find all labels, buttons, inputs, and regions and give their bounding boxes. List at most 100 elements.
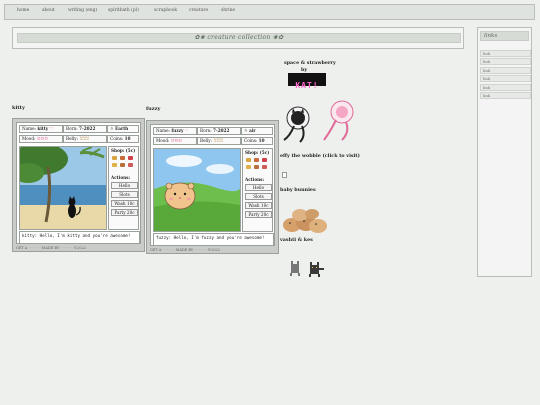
pet-coins-field: Coins: 10 bbox=[241, 137, 273, 145]
vashti-kes-label: vashti & kes bbox=[280, 237, 313, 243]
pet-location: air bbox=[249, 128, 256, 133]
pet-belly-field: Belly: ꈍꈍꈍ bbox=[197, 137, 241, 145]
sidebar-link[interactable]: link bbox=[480, 92, 531, 99]
nav-link-spiritbath[interactable]: spiritbath (pl) bbox=[108, 8, 139, 13]
pet-born: 7-2022 bbox=[79, 126, 96, 131]
nav-link-scrapbook[interactable]: scrapbook bbox=[154, 8, 177, 13]
space-cats-icon bbox=[283, 100, 354, 143]
sidebar-link[interactable]: link bbox=[480, 67, 531, 74]
pink-axolotl-astronaut bbox=[323, 100, 354, 141]
meadow-scene-image bbox=[154, 149, 240, 231]
pet-name-field: Name: kitty ♡ bbox=[19, 125, 63, 133]
pet-name: kitty bbox=[37, 126, 49, 131]
location-icon: ☼ bbox=[244, 128, 248, 133]
pet-widget-fuzzy: Name: fuzzy ♡ Born: 7-2022 ☼ air Mood: ☺… bbox=[146, 120, 279, 254]
pixel-cats-icon bbox=[290, 261, 324, 277]
pet-name-field: Name: fuzzy ♡ bbox=[153, 127, 197, 135]
food-item-icon[interactable] bbox=[120, 156, 125, 160]
food-item-icon[interactable] bbox=[254, 158, 259, 162]
slots-button[interactable]: Slots bbox=[245, 193, 272, 200]
pet-speech-box: kitty: Hello, I'm kitty and you're aweso… bbox=[19, 231, 140, 244]
pet-location-field: ☼ air bbox=[241, 127, 273, 135]
pet-scene-beach[interactable] bbox=[19, 146, 107, 230]
heart-icon: ♡ bbox=[184, 128, 189, 133]
food-item-icon[interactable] bbox=[112, 156, 117, 160]
page-title: ✿❀ creature collection ❀✿ bbox=[17, 33, 461, 43]
wash-button[interactable]: Wash 10c bbox=[245, 202, 272, 209]
shop-panel: Shop: (5c) Actions: Hello Slots Wash 10c… bbox=[108, 146, 139, 230]
links-heading: links bbox=[480, 31, 529, 41]
food-item-icon[interactable] bbox=[262, 158, 267, 162]
food-item-icon[interactable] bbox=[128, 156, 133, 160]
wash-button[interactable]: Wash 10c bbox=[111, 200, 138, 207]
food-item-icon[interactable] bbox=[254, 165, 259, 169]
pet-mood: ☺☺☺ bbox=[36, 136, 49, 141]
pet-coins: 10 bbox=[124, 136, 131, 141]
shop-title: Shop: (5c) bbox=[245, 150, 270, 155]
nav-link-creature[interactable]: creature bbox=[189, 8, 208, 13]
widget-footer[interactable]: GET A · · · · · · MADE BY · · · · · · ©2… bbox=[16, 246, 86, 250]
kat-badge[interactable]: KAT! bbox=[288, 73, 326, 90]
food-item-icon[interactable] bbox=[246, 158, 251, 162]
baby-bunnies-label: baby bunnies bbox=[280, 187, 316, 193]
beach-scene-image bbox=[20, 147, 106, 229]
food-item-icon[interactable] bbox=[128, 163, 133, 167]
location-icon: ☼ bbox=[110, 126, 114, 131]
slots-button[interactable]: Slots bbox=[111, 191, 138, 198]
pet-born-field: Born: 7-2022 bbox=[63, 125, 107, 133]
food-item-icon[interactable] bbox=[262, 165, 267, 169]
black-cat-astronaut bbox=[283, 106, 310, 143]
vashti-kes-image[interactable] bbox=[288, 256, 328, 278]
party-button[interactable]: Party 20c bbox=[111, 209, 138, 216]
sidebar-link[interactable]: link bbox=[480, 58, 531, 65]
broken-image-icon[interactable] bbox=[282, 172, 287, 178]
shop-title: Shop: (5c) bbox=[111, 148, 136, 153]
bunnies-image[interactable] bbox=[280, 203, 330, 235]
wobble-link[interactable]: effy the wobble (click to visit) bbox=[280, 153, 360, 159]
hello-button[interactable]: Hello bbox=[111, 182, 138, 189]
shop-panel: Shop: (5c) Actions: Hello Slots Wash 10c… bbox=[242, 148, 273, 232]
space-creatures-image[interactable] bbox=[280, 96, 360, 146]
title-box: ✿❀ creature collection ❀✿ bbox=[12, 27, 464, 49]
food-item-icon[interactable] bbox=[246, 165, 251, 169]
pet-label-fuzzy: fuzzy bbox=[146, 106, 161, 112]
pet-name: fuzzy bbox=[171, 128, 184, 133]
pet-scene-meadow[interactable] bbox=[153, 148, 241, 232]
pet-mood-field: Mood: ☺☺☺ bbox=[19, 135, 63, 143]
top-nav: home about writing (eng) spiritbath (pl)… bbox=[4, 4, 535, 20]
pet-widget-panel: Name: kitty ♡ Born: 7-2022 ☼ Earth Mood:… bbox=[16, 122, 141, 244]
sidebar-link[interactable]: link bbox=[480, 84, 531, 91]
hello-button[interactable]: Hello bbox=[245, 184, 272, 191]
hamster-sprite bbox=[164, 182, 196, 210]
actions-title: Actions: bbox=[111, 175, 131, 180]
bunnies-icon bbox=[283, 209, 327, 233]
pet-coins-field: Coins: 10 bbox=[107, 135, 139, 143]
pet-belly: ꈍꈍꈍ bbox=[79, 136, 90, 141]
nav-link-shrine[interactable]: shrine bbox=[221, 8, 235, 13]
links-sidebar: links link link link link link link bbox=[477, 27, 532, 277]
pet-mood: ☺☺☺ bbox=[170, 138, 183, 143]
pet-born-field: Born: 7-2022 bbox=[197, 127, 241, 135]
pet-widget-kitty: Name: kitty ♡ Born: 7-2022 ☼ Earth Mood:… bbox=[12, 118, 145, 252]
actions-title: Actions: bbox=[245, 177, 265, 182]
nav-link-writing[interactable]: writing (eng) bbox=[68, 8, 97, 13]
pet-mood-field: Mood: ☺☺☺ bbox=[153, 137, 197, 145]
pet-coins: 10 bbox=[258, 138, 265, 143]
sidebar-link[interactable]: link bbox=[480, 75, 531, 82]
pet-widget-panel: Name: fuzzy ♡ Born: 7-2022 ☼ air Mood: ☺… bbox=[150, 124, 275, 246]
widget-footer[interactable]: GET A · · · · · · MADE BY · · · · · · ©2… bbox=[150, 248, 220, 252]
pet-label-kitty: kitty bbox=[12, 105, 25, 111]
pet-location-field: ☼ Earth bbox=[107, 125, 139, 133]
pet-belly: ꈍꈍꈍ bbox=[213, 138, 224, 143]
heart-icon: ♡ bbox=[49, 126, 54, 131]
nav-link-home[interactable]: home bbox=[17, 8, 29, 13]
nav-link-about[interactable]: about bbox=[42, 8, 55, 13]
sidebar-link[interactable]: link bbox=[480, 50, 531, 57]
pet-born: 7-2022 bbox=[213, 128, 230, 133]
food-item-icon[interactable] bbox=[120, 163, 125, 167]
pet-belly-field: Belly: ꈍꈍꈍ bbox=[63, 135, 107, 143]
kat-badge-text: KAT! bbox=[295, 81, 319, 90]
party-button[interactable]: Party 20c bbox=[245, 211, 272, 218]
food-item-icon[interactable] bbox=[112, 163, 117, 167]
pet-location: Earth bbox=[115, 126, 129, 131]
